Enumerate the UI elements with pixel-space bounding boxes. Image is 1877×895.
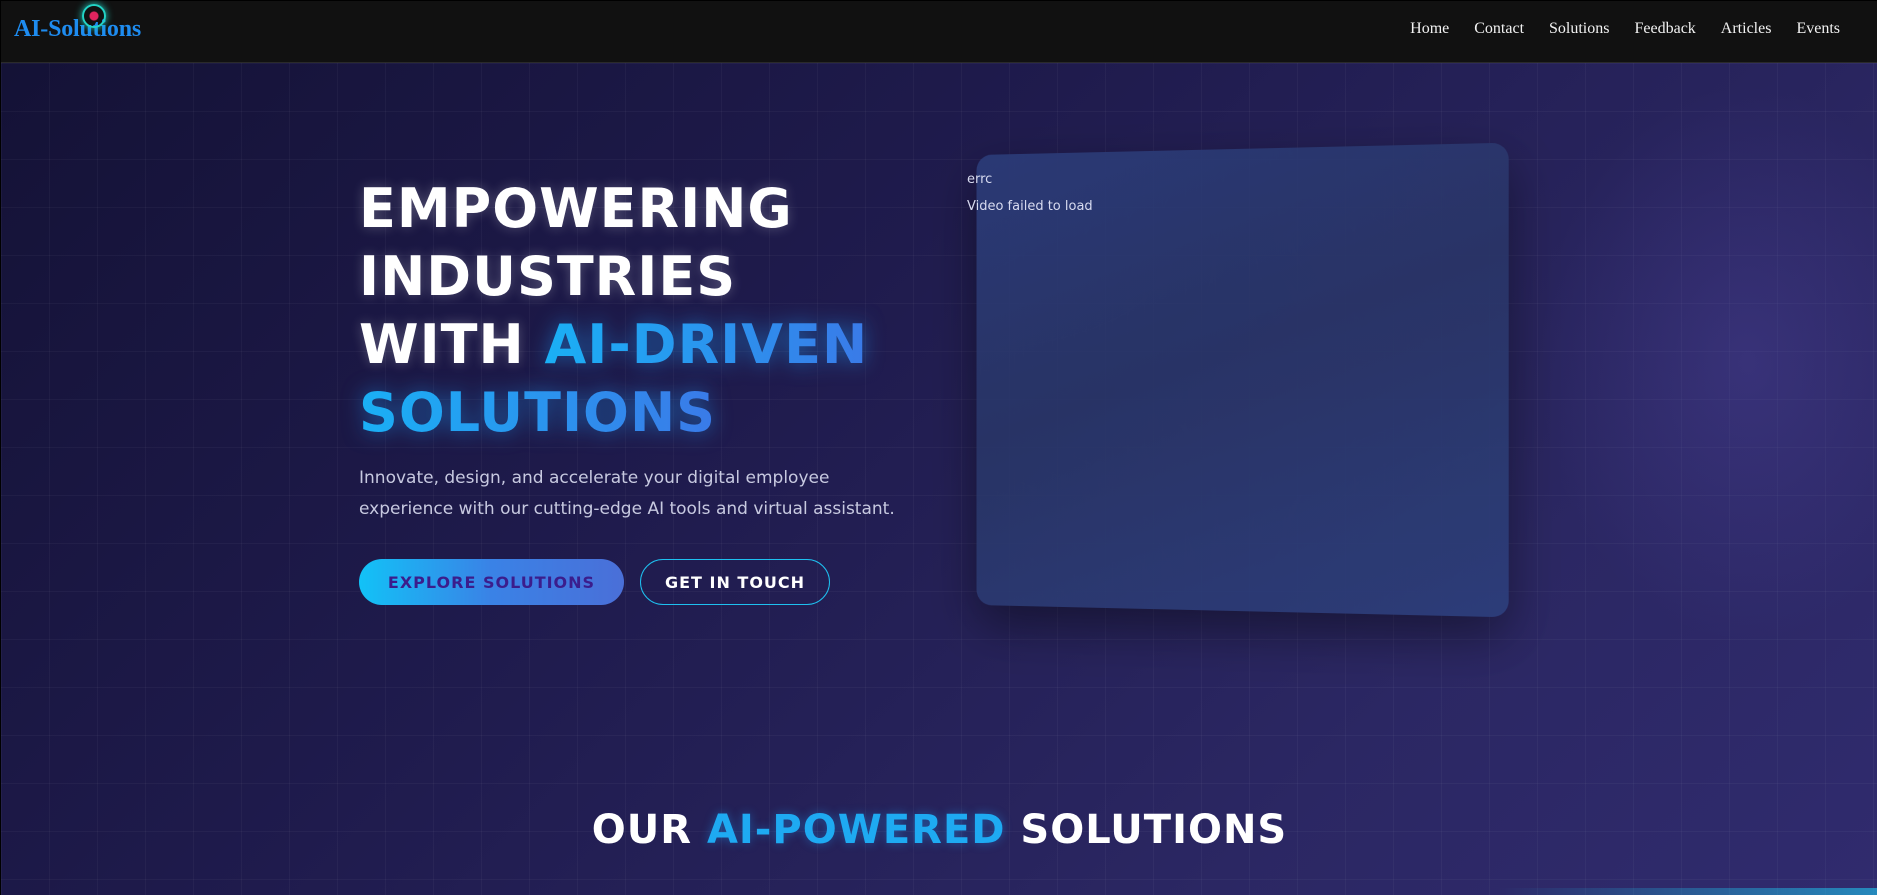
section-title-after: SOLUTIONS	[1005, 807, 1288, 853]
nav-link-solutions[interactable]: Solutions	[1549, 20, 1609, 38]
hero-title: EMPOWERING INDUSTRIES WITH AI-DRIVEN SOL…	[359, 175, 919, 447]
nav-link-feedback[interactable]: Feedback	[1634, 20, 1695, 38]
hero-title-line1: EMPOWERING	[359, 177, 793, 240]
video-error-text: Video failed to load	[967, 199, 1093, 214]
nav-link-contact[interactable]: Contact	[1474, 20, 1524, 38]
get-in-touch-button[interactable]: GET IN TOUCH	[640, 559, 830, 605]
section-title-before: OUR	[591, 807, 707, 853]
nav-links: Home Contact Solutions Feedback Articles…	[1410, 20, 1840, 38]
section-title-accent: AI-POWERED	[706, 807, 1006, 853]
top-navbar: AI-Solutions Home Contact Solutions Feed…	[1, 1, 1877, 63]
cursor-indicator-icon	[82, 4, 106, 28]
hero-title-accent-2: SOLUTIONS	[359, 381, 717, 444]
hero-title-line2: INDUSTRIES	[359, 245, 737, 308]
nav-link-home[interactable]: Home	[1410, 20, 1449, 38]
video-alt-text: errc	[967, 172, 993, 187]
hero-subtitle: Innovate, design, and accelerate your di…	[359, 468, 895, 519]
explore-solutions-button[interactable]: EXPLORE SOLUTIONS	[359, 559, 624, 605]
nav-link-articles[interactable]: Articles	[1721, 20, 1772, 38]
hero-title-line3: WITH	[359, 313, 545, 376]
solutions-section-title: OUR AI-POWERED SOLUTIONS	[1, 807, 1877, 853]
site-logo[interactable]: AI-Solutions	[14, 16, 141, 43]
hero-section: EMPOWERING INDUSTRIES WITH AI-DRIVEN SOL…	[1, 63, 1877, 895]
nav-link-events[interactable]: Events	[1796, 20, 1840, 38]
hero-glow	[1538, 83, 1877, 643]
bottom-glow	[1498, 888, 1877, 895]
hero-title-accent-1: AI-DRIVEN	[544, 313, 869, 376]
